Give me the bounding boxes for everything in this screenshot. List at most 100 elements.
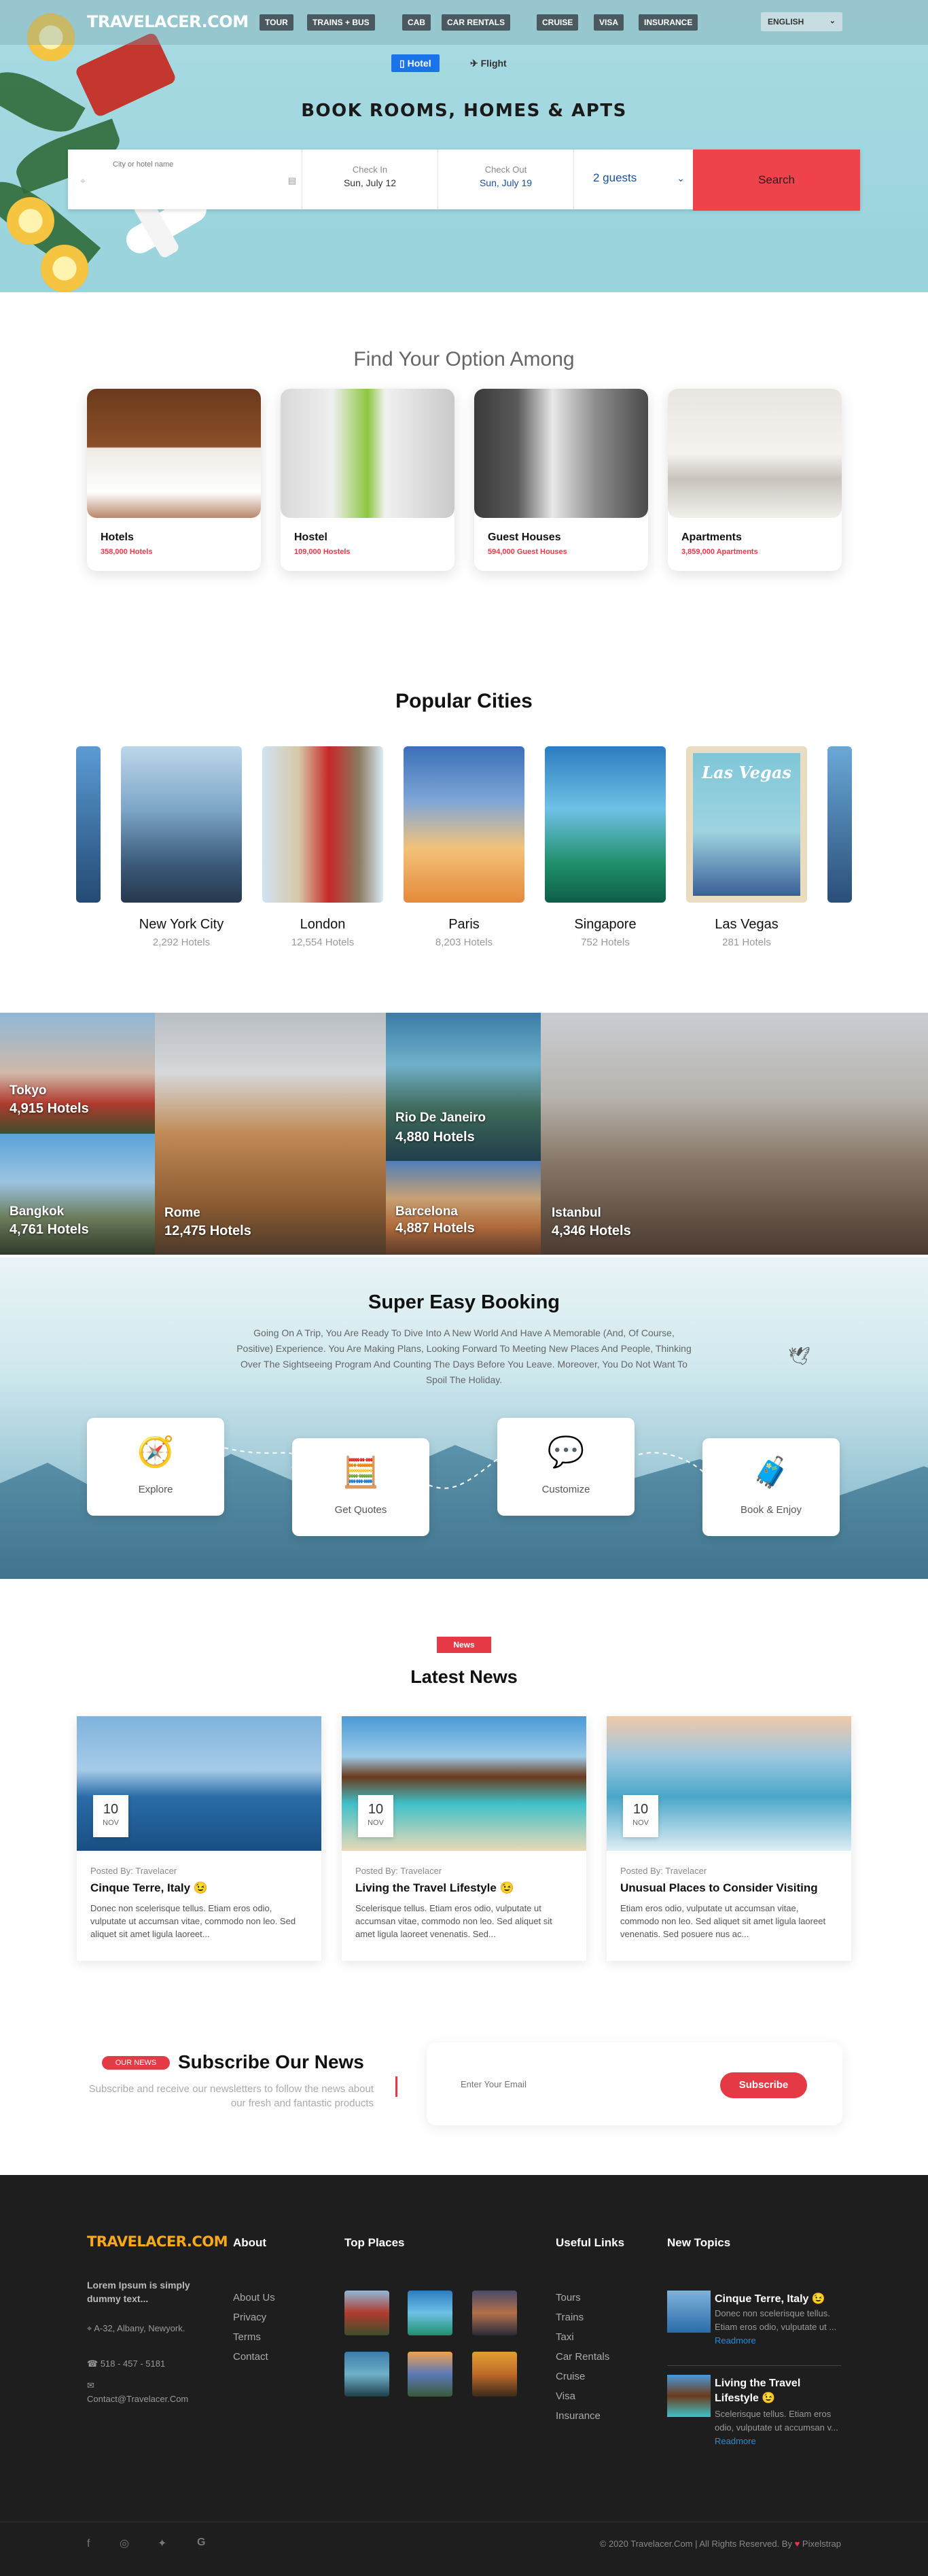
mosaic-tile-tokyo[interactable]: Tokyo 4,915 Hotels — [0, 1013, 155, 1134]
date-badge: 10 NOV — [358, 1795, 393, 1837]
map-pin-icon: ⌖ — [87, 2323, 94, 2333]
footer-link[interactable]: Insurance — [556, 2410, 601, 2422]
las-vegas-poster: Las Vegas — [693, 753, 800, 896]
topic-divider — [667, 2365, 841, 2366]
search-button[interactable]: Search — [693, 150, 860, 211]
footer-about-title: About — [233, 2236, 267, 2249]
nav-insurance[interactable]: INSURANCE — [639, 14, 698, 31]
hotel-room-image — [87, 389, 261, 518]
step-explore[interactable]: 🧭 Explore — [87, 1418, 224, 1516]
footer-link[interactable]: Cruise — [556, 2371, 585, 2382]
mosaic-tile-barcelona[interactable]: Barcelona 4,887 Hotels — [386, 1161, 541, 1255]
brand-link[interactable]: Pixelstrap — [802, 2539, 841, 2549]
tab-hotel[interactable]: ▯ Hotel — [391, 54, 440, 72]
step-customize[interactable]: 💬 Customize — [497, 1418, 635, 1516]
explore-icon: 🧭 — [137, 1435, 175, 1469]
city-field[interactable]: ⌖ ▤ — [68, 150, 302, 209]
option-card-hostel[interactable]: Hostel 109,000 Hostels — [281, 389, 454, 571]
language-select[interactable]: ENGLISH ⌄ — [761, 12, 842, 31]
city-card-new-york[interactable] — [121, 746, 242, 903]
footer-email-text: Contact@Travelacer.Com — [87, 2394, 189, 2404]
place-thumb-city[interactable] — [472, 2291, 517, 2335]
checkin-label: Check In — [352, 164, 388, 175]
readmore-link[interactable]: Readmore — [715, 2436, 756, 2446]
news-title-link[interactable]: Living the Travel Lifestyle 😉 — [355, 1881, 586, 1895]
nav-trains-bus[interactable]: TRAINS + BUS — [307, 14, 375, 31]
city-card-london[interactable] — [262, 746, 383, 903]
options-title: Find Your Option Among — [353, 348, 575, 370]
place-thumb-volcano[interactable] — [408, 2352, 452, 2397]
footer-email[interactable]: ✉ Contact@Travelacer.Com — [87, 2379, 188, 2406]
option-card-hotels[interactable]: Hotels 358,000 Hotels — [87, 389, 261, 571]
city-card-las-vegas[interactable]: Las Vegas — [686, 746, 807, 903]
mosaic-tile-bangkok[interactable]: Bangkok 4,761 Hotels — [0, 1134, 155, 1255]
footer-link[interactable]: Trains — [556, 2312, 584, 2323]
instagram-icon[interactable]: ◎ — [120, 2537, 129, 2550]
mosaic-tile-istanbul[interactable]: Istanbul 4,346 Hotels — [541, 1013, 928, 1255]
city-card-singapore[interactable] — [545, 746, 666, 903]
footer-logo[interactable]: TRAVELACER.COM — [87, 2233, 228, 2250]
footer-link[interactable]: About Us — [233, 2292, 275, 2303]
footer-link[interactable]: Taxi — [556, 2331, 574, 2343]
footer-link[interactable]: Tours — [556, 2292, 581, 2303]
option-card-apartments[interactable]: Apartments 3,859,000 Apartments — [668, 389, 842, 571]
city-count: 752 Hotels — [581, 937, 630, 948]
nav-cruise[interactable]: CRUISE — [537, 14, 579, 31]
place-thumb-island[interactable] — [408, 2291, 452, 2335]
city-input[interactable] — [113, 160, 283, 169]
mosaic-city-count: 4,880 Hotels — [395, 1130, 475, 1145]
booking-title: Super Easy Booking — [368, 1291, 560, 1313]
subscribe-button[interactable]: Subscribe — [720, 2072, 807, 2098]
checkin-field[interactable]: Check In Sun, July 12 — [302, 150, 438, 209]
mosaic-city-count: 4,346 Hotels — [552, 1223, 631, 1238]
footer-topics-title: New Topics — [667, 2236, 731, 2249]
footer-link[interactable]: Privacy — [233, 2312, 266, 2323]
nav-cab[interactable]: CAB — [402, 14, 431, 31]
place-thumb-temple[interactable] — [472, 2352, 517, 2397]
footer-link[interactable]: Car Rentals — [556, 2351, 609, 2363]
news-card[interactable]: 10 NOV Posted By: Travelacer Unusual Pla… — [607, 1716, 851, 1961]
guest-house-image — [474, 389, 648, 518]
nav-tour[interactable]: TOUR — [260, 14, 293, 31]
topic-title[interactable]: Cinque Terre, Italy 😉 — [715, 2292, 825, 2305]
mosaic-city-name: Barcelona — [395, 1204, 458, 1219]
twitter-icon[interactable]: ✦ — [158, 2537, 166, 2550]
guests-select[interactable]: 2 guests ⌄ — [574, 150, 693, 209]
city-card-partial-left[interactable] — [76, 746, 101, 903]
option-card-guest-houses[interactable]: Guest Houses 594,000 Guest Houses — [474, 389, 648, 571]
date-month: NOV — [103, 1819, 119, 1827]
footer-link[interactable]: Visa — [556, 2390, 575, 2402]
footer-phone-text: 518 - 457 - 5181 — [100, 2359, 166, 2369]
footer-tagline: Lorem Ipsum is simply dummy text... — [87, 2280, 190, 2304]
city-card-partial-right[interactable] — [827, 746, 852, 903]
google-icon[interactable]: G — [197, 2537, 205, 2549]
mosaic-tile-rio[interactable]: Rio De Janeiro 4,880 Hotels — [386, 1013, 541, 1161]
news-title-link[interactable]: Unusual Places to Consider Visiting — [620, 1881, 851, 1895]
mosaic-tile-rome[interactable]: Rome 12,475 Hotels — [155, 1013, 386, 1255]
topic-text: Donec non scelerisque tellus. Etiam eros… — [667, 2307, 841, 2348]
place-thumb-coast[interactable] — [344, 2352, 389, 2397]
news-card[interactable]: 10 NOV Posted By: Travelacer Living the … — [342, 1716, 586, 1961]
tab-flight-label: Flight — [480, 58, 507, 69]
footer-link[interactable]: Contact — [233, 2351, 268, 2363]
topic-title[interactable]: Living the Travel Lifestyle 😉 — [715, 2376, 841, 2406]
site-logo[interactable]: TRAVELACER.COM — [87, 12, 249, 31]
topic-text: Scelerisque tellus. Etiam eros odio, vul… — [667, 2407, 841, 2448]
tab-flight[interactable]: ✈ Flight — [462, 54, 515, 72]
step-book-enjoy[interactable]: 🧳 Book & Enjoy — [702, 1438, 840, 1536]
email-input[interactable] — [461, 2074, 664, 2094]
readmore-link[interactable]: Readmore — [715, 2335, 756, 2346]
booking-text: Going On A Trip, You Are Ready To Dive I… — [236, 1327, 692, 1385]
footer-link[interactable]: Terms — [233, 2331, 261, 2343]
news-title-link[interactable]: Cinque Terre, Italy 😉 — [90, 1881, 321, 1895]
topic-excerpt: Scelerisque tellus. Etiam eros odio, vul… — [715, 2409, 838, 2433]
city-card-paris[interactable] — [404, 746, 524, 903]
checkout-field[interactable]: Check Out Sun, July 19 — [438, 150, 574, 209]
nav-visa[interactable]: VISA — [594, 14, 624, 31]
facebook-icon[interactable]: f — [87, 2538, 90, 2550]
step-get-quotes[interactable]: 🧮 Get Quotes — [292, 1438, 429, 1536]
place-thumb-tokyo[interactable] — [344, 2291, 389, 2335]
nav-car-rentals[interactable]: CAR RENTALS — [442, 14, 511, 31]
step-label: Explore — [138, 1484, 173, 1495]
news-card[interactable]: 10 NOV Posted By: Travelacer Cinque Terr… — [77, 1716, 321, 1961]
